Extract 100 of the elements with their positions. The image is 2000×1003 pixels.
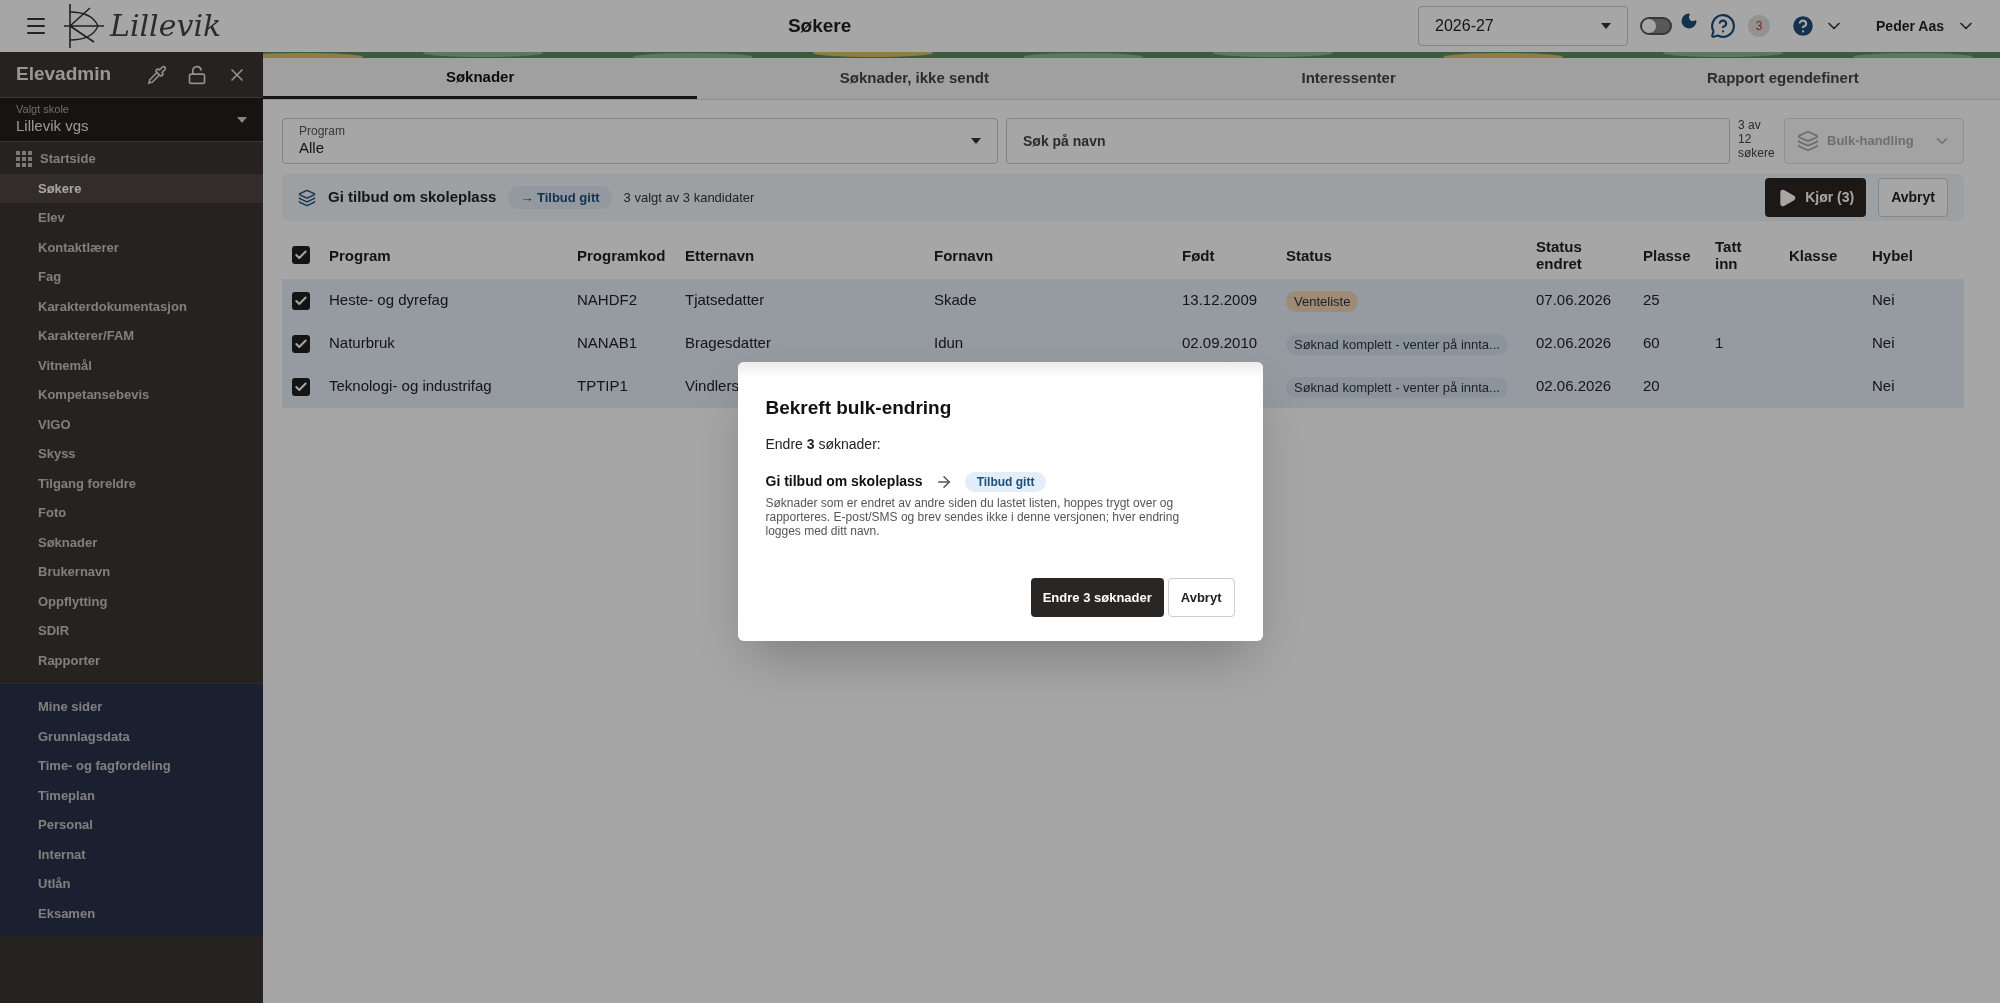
- user-name[interactable]: Peder Aas: [1876, 15, 1944, 37]
- column-header[interactable]: Født: [1182, 246, 1215, 264]
- sidebar-item[interactable]: Tilgang foreldre: [0, 468, 263, 498]
- sidebar-title: Elevadmin: [16, 62, 113, 87]
- table-cell-text: Nei: [1872, 290, 1896, 311]
- module-item[interactable]: Grunnlagsdata: [0, 721, 263, 751]
- logo-text: Lillevik: [110, 11, 222, 41]
- page-title: Søkere: [787, 13, 852, 38]
- check-icon: [294, 336, 308, 351]
- column-header[interactable]: Status endret: [1536, 238, 1582, 272]
- table-cell-text: Teknologi- og industrifag: [329, 376, 493, 397]
- table-cell-text: Skade: [934, 290, 978, 311]
- target-status-chip: → Tilbud gitt: [508, 185, 612, 210]
- table-cell-text: 1: [1715, 333, 1725, 354]
- column-header[interactable]: Fornavn: [934, 246, 994, 264]
- cancel-button[interactable]: Avbryt: [1167, 578, 1235, 618]
- table-cell-text: 60: [1643, 333, 1661, 354]
- column-header[interactable]: Hybel: [1872, 246, 1913, 264]
- school-select[interactable]: Valgt skole Lillevik vgs: [0, 97, 263, 142]
- search-field[interactable]: Søk på navn: [1006, 118, 1730, 164]
- table-cell-text: Tjatsedatter: [685, 290, 766, 311]
- sidebar-item[interactable]: Brukernavn: [0, 557, 263, 587]
- checkbox[interactable]: [292, 291, 310, 310]
- table-cell-text: 02.06.2026: [1536, 376, 1613, 397]
- table-cell-text: 07.06.2026: [1536, 290, 1613, 311]
- dialog-intro: Endre 3 søknader:: [765, 435, 882, 455]
- column-header[interactable]: Tatt inn: [1715, 238, 1742, 272]
- help-chat-icon[interactable]: [1710, 13, 1737, 39]
- module-item[interactable]: Eksamen: [0, 898, 263, 928]
- sidebar-item[interactable]: Karakterer/FAM: [0, 321, 263, 351]
- table-cell-text: 25: [1643, 290, 1661, 311]
- table-cell-text: Bragesdatter: [685, 333, 772, 354]
- layers-icon: [1797, 130, 1819, 152]
- year-select[interactable]: 2026-27: [1418, 6, 1629, 46]
- result-count: 3 av 12 søkere: [1738, 118, 1776, 162]
- status-chip: Søknad komplett - venter på innta...: [1286, 333, 1508, 355]
- pipette-icon[interactable]: [147, 64, 167, 85]
- column-header[interactable]: Program: [329, 246, 391, 264]
- status-chip: Søknad komplett - venter på innta...: [1286, 376, 1508, 398]
- sidebar-item[interactable]: Foto: [0, 498, 263, 528]
- run-button[interactable]: Kjør (3): [1765, 178, 1867, 217]
- column-header[interactable]: Programkod: [577, 246, 666, 264]
- sidebar-item[interactable]: Skyss: [0, 439, 263, 469]
- module-item[interactable]: Utlån: [0, 869, 263, 899]
- notification-badge[interactable]: 3: [1748, 15, 1771, 37]
- table-cell-text: Vindlers: [685, 376, 740, 397]
- sidebar-item[interactable]: Søknader: [0, 527, 263, 557]
- sidebar-item[interactable]: SDIR: [0, 616, 263, 646]
- column-header[interactable]: Etternavn: [685, 246, 755, 264]
- table-cell-text: Nei: [1872, 333, 1896, 354]
- sidebar-item[interactable]: Rapporter: [0, 645, 263, 675]
- table-cell-text: Heste- og dyrefag: [329, 290, 450, 311]
- tab[interactable]: Søknader: [263, 58, 698, 99]
- moon-icon: [1680, 12, 1699, 30]
- tab[interactable]: Interessenter: [1131, 58, 1566, 99]
- sidebar-item[interactable]: Karakterdokumentasjon: [0, 291, 263, 321]
- sidebar-item[interactable]: VIGO: [0, 409, 263, 439]
- sidebar-item[interactable]: Fag: [0, 262, 263, 292]
- sidebar-item[interactable]: Vitnemål: [0, 350, 263, 380]
- check-icon: [294, 293, 308, 308]
- bulk-action-name: Gi tilbud om skoleplass: [328, 187, 497, 208]
- column-header[interactable]: Status: [1286, 246, 1332, 264]
- checkbox[interactable]: [292, 246, 310, 264]
- table-cell-text: NANAB1: [577, 333, 639, 354]
- program-select[interactable]: Program Alle: [282, 118, 998, 164]
- module-item[interactable]: Personal: [0, 810, 263, 840]
- module-item[interactable]: Timeplan: [0, 780, 263, 810]
- table-cell-text: TPTIP1: [577, 376, 629, 397]
- sidebar-item[interactable]: Oppflytting: [0, 586, 263, 616]
- confirm-button[interactable]: Endre 3 søknader: [1030, 578, 1164, 618]
- column-header[interactable]: Klasse: [1789, 246, 1838, 264]
- cancel-button[interactable]: Avbryt: [1878, 178, 1948, 217]
- layers-icon: [298, 188, 316, 207]
- sidebar-item[interactable]: Startside: [0, 144, 263, 174]
- sidebar-item[interactable]: Kompetansebevis: [0, 380, 263, 410]
- check-icon: [294, 248, 308, 262]
- table-cell-text: Nei: [1872, 376, 1896, 397]
- tab[interactable]: Rapport egendefinert: [1565, 58, 2000, 99]
- module-item[interactable]: Time- og fagfordeling: [0, 751, 263, 781]
- sidebar-item[interactable]: Elev: [0, 203, 263, 233]
- dialog-title: Bekreft bulk-endring: [765, 395, 953, 420]
- check-icon: [294, 379, 308, 394]
- table-cell-text: NAHDF2: [577, 290, 638, 311]
- module-item[interactable]: Internat: [0, 839, 263, 869]
- checkbox[interactable]: [292, 377, 310, 396]
- table-cell-text: 02.09.2010: [1182, 333, 1259, 354]
- theme-toggle[interactable]: [1640, 17, 1673, 35]
- sidebar-item[interactable]: Søkere: [0, 173, 263, 203]
- unlock-icon[interactable]: [187, 64, 207, 85]
- target-status-chip: Tilbud gitt: [964, 471, 1047, 492]
- sidebar-item[interactable]: Kontaktlærer: [0, 232, 263, 262]
- module-item[interactable]: Mine sider: [0, 692, 263, 722]
- table-cell-text: 20: [1643, 376, 1661, 397]
- dialog-note: Søknader som er endret av andre siden du lastet listen, hoppes trygt over og rapporteres. E-post/SMS og brev sendes ikke i denne versjonen; hver endring logges med ditt navn.: [765, 496, 1181, 539]
- checkbox[interactable]: [292, 334, 310, 353]
- grid-icon: [16, 150, 32, 167]
- tab[interactable]: Søknader, ikke sendt: [697, 58, 1132, 99]
- column-header[interactable]: Plasse: [1643, 246, 1691, 264]
- selection-summary: 3 valgt av 3 kandidater: [623, 188, 755, 207]
- table-cell-text: 02.06.2026: [1536, 333, 1613, 354]
